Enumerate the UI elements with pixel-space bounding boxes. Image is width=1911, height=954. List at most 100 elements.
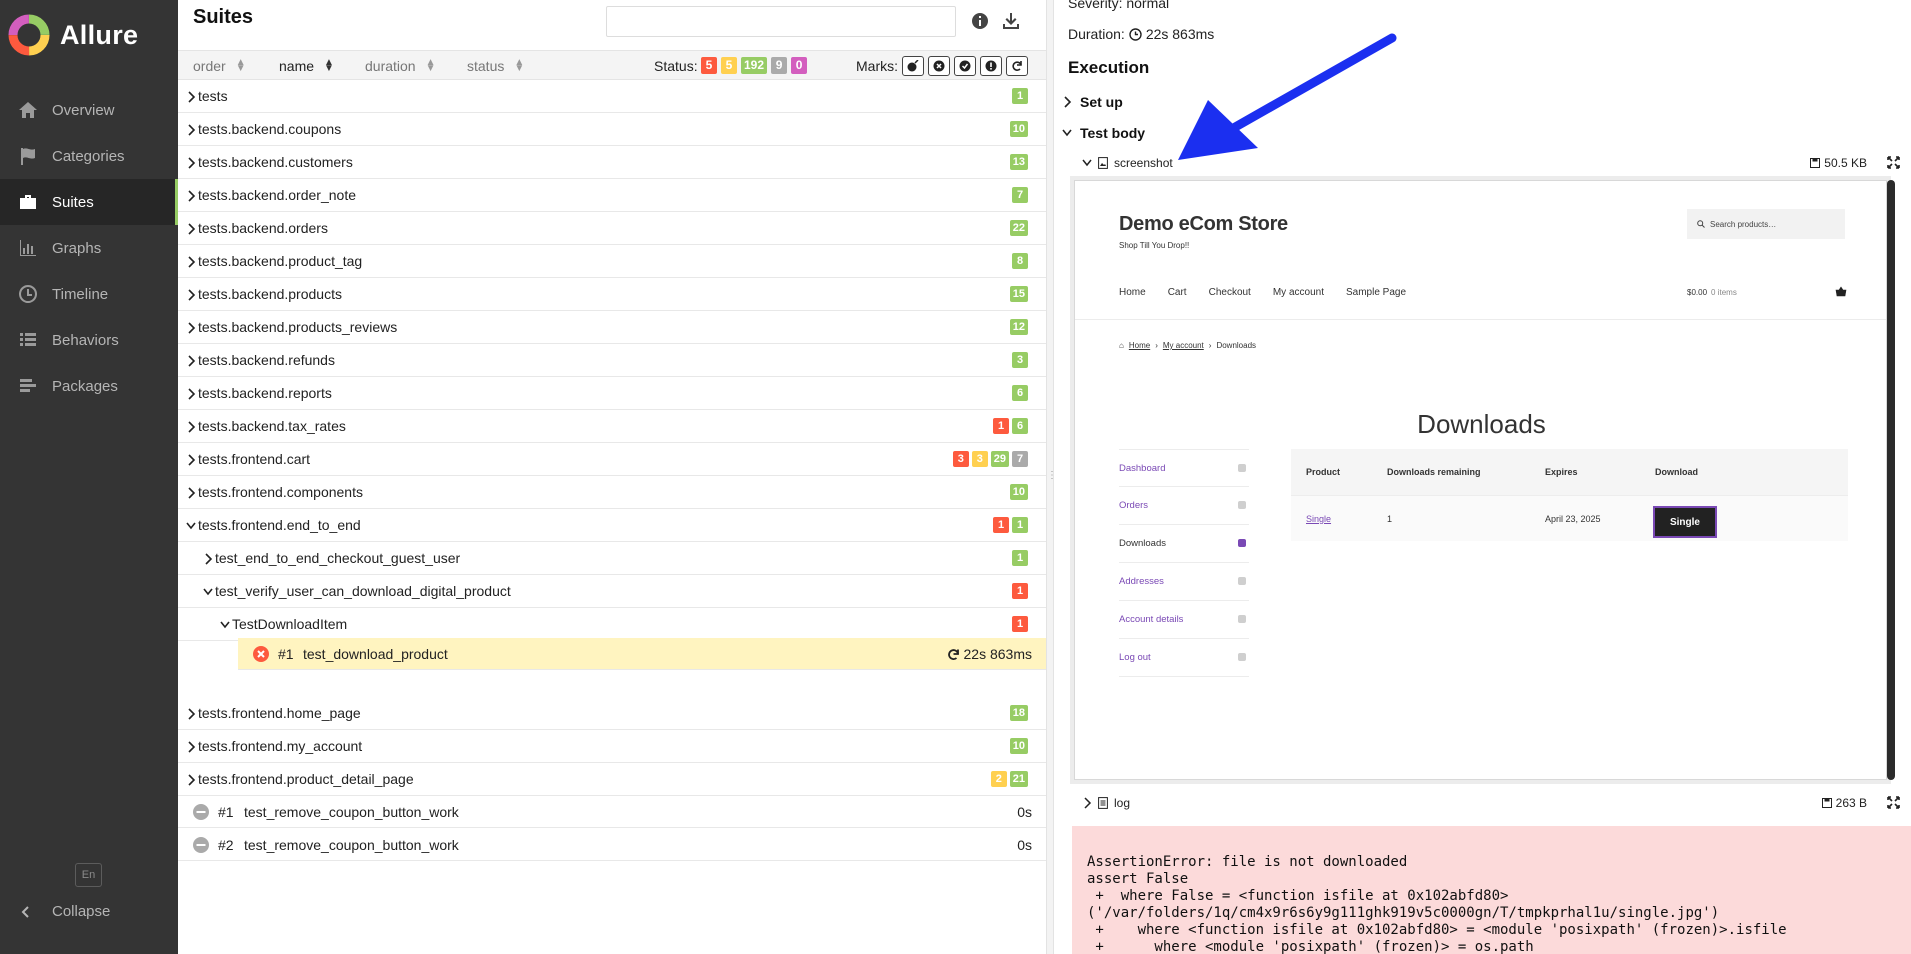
cart-total: $0.00 — [1687, 288, 1708, 297]
search-input[interactable] — [606, 6, 956, 37]
suite-row[interactable]: tests.backend.coupons 10 — [178, 113, 1046, 146]
store-breadcrumb: ⌂ Home › My account › Downloads — [1119, 341, 1256, 350]
attachment-name: log — [1114, 796, 1131, 810]
language-button[interactable]: En — [75, 863, 102, 887]
suite-name: tests.frontend.home_page — [198, 705, 361, 721]
attachment-size: 263 B — [1821, 796, 1867, 810]
chevron-right-icon — [186, 773, 196, 786]
flaky-mark-toggle[interactable] — [902, 56, 924, 76]
screenshot-attachment-preview: Demo eCom Store Shop Till You Drop!! Sea… — [1074, 180, 1887, 780]
clock-icon — [1129, 27, 1142, 41]
allure-logo-icon — [8, 14, 50, 56]
suite-row[interactable]: tests.frontend.home_page 18 — [178, 697, 1046, 730]
sidebar-item-graphs[interactable]: Graphs — [0, 225, 178, 271]
store-menu-item: Checkout — [1208, 287, 1251, 298]
suite-row[interactable]: tests.frontend.end_to_end 1 1 — [178, 509, 1046, 542]
sort-status[interactable]: status ▲ ▼ — [467, 58, 524, 75]
list-icon — [18, 330, 38, 350]
suite-row[interactable]: test_end_to_end_checkout_guest_user 1 — [178, 542, 1046, 575]
status-passed-toggle[interactable]: 192 — [741, 57, 768, 74]
suite-counts: 22 — [1009, 220, 1028, 236]
suite-row[interactable]: tests.backend.reports 6 — [178, 377, 1046, 410]
fullscreen-icon[interactable] — [1887, 796, 1900, 809]
house-icon — [1238, 577, 1246, 585]
sort-order[interactable]: order ▲ ▼ — [193, 58, 246, 75]
column-header: Download — [1655, 467, 1698, 477]
suite-row[interactable]: tests.backend.product_tag 8 — [178, 245, 1046, 278]
duration-label: Duration: — [1068, 26, 1125, 42]
product-link: Single — [1306, 514, 1332, 524]
sidebar-item-categories[interactable]: Categories — [0, 133, 178, 179]
suite-row[interactable]: tests.backend.products_reviews 12 — [178, 311, 1046, 344]
suite-row[interactable]: tests.frontend.cart 3 3 29 7 — [178, 443, 1046, 476]
account-nav-label: Orders — [1119, 500, 1149, 511]
flaky-icon — [907, 60, 919, 72]
collapse-button[interactable]: Collapse — [20, 903, 110, 920]
suite-row[interactable]: tests 1 — [178, 80, 1046, 113]
new-broken-mark-toggle[interactable] — [980, 56, 1002, 76]
test-result-row-selected[interactable]: #1 test_download_product 22s 863ms — [238, 638, 1046, 670]
app-name: Allure — [60, 19, 139, 50]
retries-mark-toggle[interactable] — [1006, 56, 1028, 76]
save-icon — [1810, 158, 1821, 168]
suite-row[interactable]: tests.frontend.my_account 10 — [178, 730, 1046, 763]
sidebar: Allure Overview Categories Suites Graphs… — [0, 0, 179, 954]
allure-logo[interactable]: Allure — [8, 14, 138, 56]
chevron-right-icon — [186, 288, 196, 301]
chevron-down-icon — [220, 618, 230, 630]
status-broken-toggle[interactable]: 5 — [721, 57, 737, 74]
account-nav-label: Dashboard — [1119, 462, 1166, 474]
test-result-row[interactable]: #2 test_remove_coupon_button_work 0s — [178, 829, 1046, 861]
suite-row[interactable]: TestDownloadItem 1 — [178, 608, 1046, 641]
setup-step[interactable]: Set up — [1062, 94, 1123, 110]
suite-row[interactable]: test_verify_user_can_download_digital_pr… — [178, 575, 1046, 608]
sort-duration[interactable]: duration ▲ ▼ — [365, 58, 436, 75]
chevron-right-icon — [186, 707, 196, 720]
suite-counts: 13 — [1009, 154, 1028, 170]
error-message: AssertionError: file is not downloaded a… — [1072, 826, 1911, 954]
chevron-right-icon — [186, 420, 196, 433]
sidebar-item-behaviors[interactable]: Behaviors — [0, 317, 178, 363]
suite-row[interactable]: tests.backend.orders 22 — [178, 212, 1046, 245]
suite-row[interactable]: tests.backend.refunds 3 — [178, 344, 1046, 377]
sort-name[interactable]: name ▲ ▼ — [279, 58, 334, 75]
status-skipped-toggle[interactable]: 9 — [771, 57, 788, 74]
sidebar-item-packages[interactable]: Packages — [0, 363, 178, 409]
download-icon[interactable] — [1001, 11, 1021, 31]
new-passed-mark-toggle[interactable] — [954, 56, 976, 76]
suite-row[interactable]: tests.backend.products 15 — [178, 278, 1046, 311]
suite-row[interactable]: tests.backend.order_note 7 — [178, 179, 1046, 212]
attachment-log-row[interactable]: log 263 B — [1082, 792, 1911, 814]
store-name: Demo eCom Store — [1119, 213, 1288, 235]
chevron-right-icon — [1064, 96, 1072, 108]
suite-row[interactable]: tests.backend.customers 13 — [178, 146, 1046, 179]
count-badge: 7 — [1012, 187, 1028, 203]
suite-row[interactable]: tests.frontend.product_detail_page 2 21 — [178, 763, 1046, 796]
sidebar-item-overview[interactable]: Overview — [0, 87, 178, 133]
fullscreen-icon[interactable] — [1887, 156, 1900, 169]
sort-status-label: status — [467, 58, 505, 74]
suite-row[interactable]: tests.frontend.components 10 — [178, 476, 1046, 509]
store-tagline: Shop Till You Drop!! — [1119, 241, 1190, 250]
suite-counts: 12 — [1009, 319, 1028, 335]
store-menu-item: Sample Page — [1345, 287, 1407, 298]
suite-row[interactable]: tests.backend.tax_rates 1 6 — [178, 410, 1046, 443]
home-icon: ⌂ — [1119, 341, 1124, 350]
count-badge: 1 — [993, 517, 1009, 533]
test-name: test_remove_coupon_button_work — [244, 837, 459, 853]
status-failed-toggle[interactable]: 5 — [701, 57, 717, 74]
count-badge: 1 — [1012, 517, 1028, 533]
status-unknown-toggle[interactable]: 0 — [791, 57, 808, 74]
sidebar-item-timeline[interactable]: Timeline — [0, 271, 178, 317]
new-failed-mark-toggle[interactable] — [928, 56, 950, 76]
attachment-size-value: 50.5 KB — [1824, 156, 1867, 170]
count-badge: 13 — [1009, 154, 1028, 170]
screenshot-scrollbar[interactable] — [1887, 180, 1895, 780]
suite-counts: 2 21 — [990, 771, 1028, 787]
sidebar-item-suites[interactable]: Suites — [0, 179, 179, 225]
testbody-step[interactable]: Test body — [1062, 125, 1145, 141]
store-menu-item: Cart — [1167, 287, 1187, 298]
info-icon[interactable] — [971, 12, 989, 30]
status-filter-label: Status: — [654, 58, 698, 74]
test-result-row[interactable]: #1 test_remove_coupon_button_work 0s — [178, 796, 1046, 828]
